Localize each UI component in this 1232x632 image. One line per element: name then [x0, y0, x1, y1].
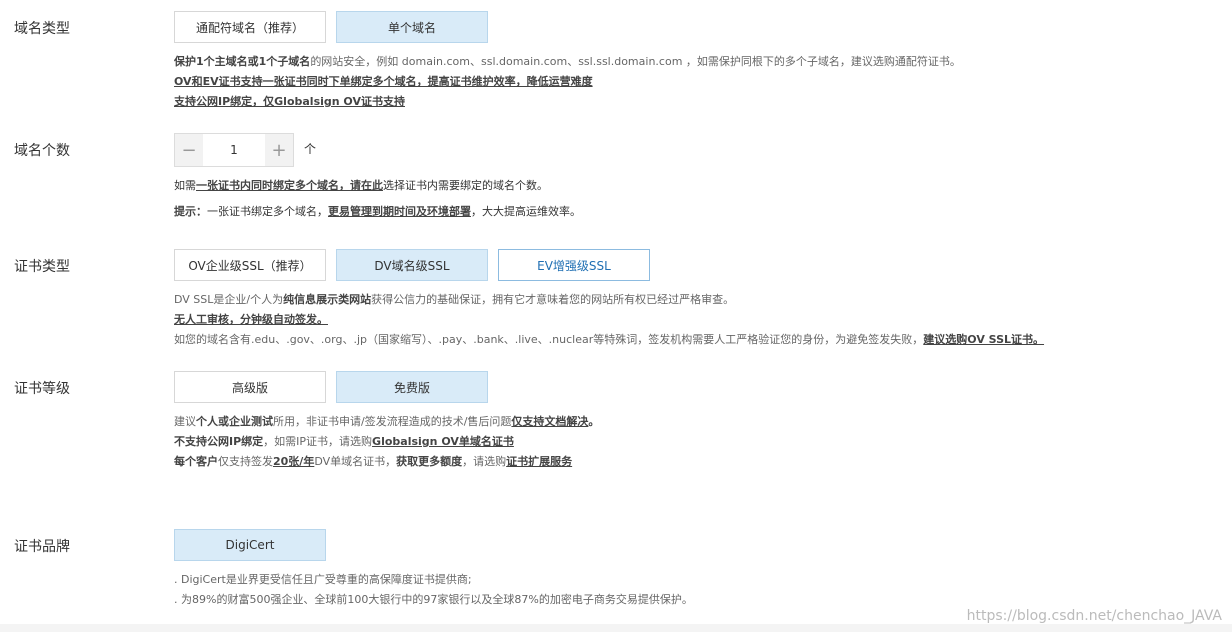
option-ev-ssl[interactable]: EV增强级SSL — [498, 249, 650, 281]
option-dv-ssl[interactable]: DV域名级SSL — [336, 249, 488, 281]
option-free[interactable]: 免费版 — [336, 371, 488, 403]
option-wildcard-domain[interactable]: 通配符域名（推荐） — [174, 11, 326, 43]
domain-count-stepper: − 1 + — [174, 133, 294, 167]
cert-level-label: 证书等级 — [14, 381, 70, 397]
desc-text: 仅支持签发 — [218, 455, 273, 468]
desc-bold: 个人或企业测试 — [196, 415, 273, 428]
desc-text: 获得公信力的基础保证，拥有它才意味着您的网站所有权已经过严格审查。 — [371, 293, 735, 306]
desc-text: 如您的域名含有.edu、.gov、.org、.jp（国家缩写）、.pay、.ba… — [174, 333, 924, 346]
quota-link[interactable]: 20张/年 — [273, 455, 314, 468]
multi-domain-link[interactable]: OV和EV证书支持一张证书同时下单绑定多个域名，提高证书维护效率，降低运营难度 — [174, 75, 593, 88]
public-ip-link[interactable]: 支持公网IP绑定，仅Globalsign OV证书支持 — [174, 95, 405, 108]
desc-bold: 纯信息展示类网站 — [283, 293, 372, 306]
desc-text: ，如需IP证书，请选购 — [263, 435, 373, 448]
globalsign-link[interactable]: Globalsign OV单域名证书 — [372, 435, 514, 448]
multi-bind-link[interactable]: 一张证书内同时绑定多个域名，请在此 — [196, 179, 383, 192]
count-unit: 个 — [304, 142, 317, 156]
desc-bold: 获取更多额度 — [396, 455, 463, 468]
desc-bold: 不支持公网IP绑定 — [174, 435, 264, 448]
desc-text: 如需 — [174, 179, 196, 192]
brand-desc-line: . 为89%的财富500强企业、全球前100大银行中的97家银行以及全球87%的… — [174, 593, 693, 606]
recommend-ov-link[interactable]: 建议选购OV SSL证书。 — [923, 333, 1044, 346]
domain-type-desc: 保护1个主域名或1个子域名的网站安全，例如 domain.com、ssl.dom… — [174, 52, 961, 112]
docs-only-link[interactable]: 仅支持文档解决 — [511, 415, 588, 428]
desc-text: 选择证书内需要绑定的域名个数。 — [383, 179, 548, 192]
desc-text: ，请选购 — [462, 455, 507, 468]
cert-level-desc: 建议个人或企业测试所用，非证书申请/签发流程造成的技术/售后问题仅支持文档解决。… — [174, 412, 599, 472]
cert-brand-desc: . DigiCert是业界更受信任且广受尊重的高保障度证书提供商; . 为89%… — [174, 570, 693, 610]
watermark: https://blog.csdn.net/chenchao_JAVA — [966, 608, 1222, 624]
domain-count-input[interactable]: 1 — [203, 134, 265, 166]
option-single-domain[interactable]: 单个域名 — [336, 11, 488, 43]
increment-button[interactable]: + — [265, 134, 293, 166]
decrement-button[interactable]: − — [175, 134, 203, 166]
desc-text: 一张证书绑定多个域名， — [207, 205, 328, 218]
domain-type-label: 域名类型 — [14, 21, 70, 37]
desc-text: ，大大提高运维效率。 — [471, 205, 581, 218]
desc-bold: 保护1个主域名或1个子域名 — [174, 55, 311, 68]
tip-label: 提示： — [174, 205, 207, 218]
bottom-strip — [0, 624, 1232, 632]
auto-issue-link[interactable]: 无人工审核，分钟级自动签发。 — [174, 313, 328, 326]
domain-count-label: 域名个数 — [14, 143, 70, 159]
domain-count-desc: 如需一张证书内同时绑定多个域名，请在此选择证书内需要绑定的域名个数。 提示：一张… — [174, 176, 581, 222]
option-ov-ssl[interactable]: OV企业级SSL（推荐） — [174, 249, 326, 281]
cert-type-desc: DV SSL是企业/个人为纯信息展示类网站获得公信力的基础保证，拥有它才意味着您… — [174, 290, 1044, 350]
cert-type-label: 证书类型 — [14, 259, 70, 275]
desc-text: DV单域名证书， — [314, 455, 397, 468]
desc-text: 所用，非证书申请/签发流程造成的技术/售后问题 — [273, 415, 512, 428]
desc-text: DV SSL是企业/个人为 — [174, 293, 284, 306]
cert-brand-label: 证书品牌 — [14, 539, 70, 555]
extension-service-link[interactable]: 证书扩展服务 — [506, 455, 572, 468]
option-digicert[interactable]: DigiCert — [174, 529, 326, 561]
desc-bold: 每个客户 — [174, 455, 218, 468]
desc-bold: 。 — [588, 415, 600, 428]
option-premium[interactable]: 高级版 — [174, 371, 326, 403]
management-link[interactable]: 更易管理到期时间及环境部署 — [328, 205, 471, 218]
brand-desc-line: . DigiCert是业界更受信任且广受尊重的高保障度证书提供商; — [174, 573, 472, 586]
desc-text: 的网站安全，例如 domain.com、ssl.domain.com、ssl.s… — [310, 55, 961, 68]
desc-text: 建议 — [174, 415, 196, 428]
